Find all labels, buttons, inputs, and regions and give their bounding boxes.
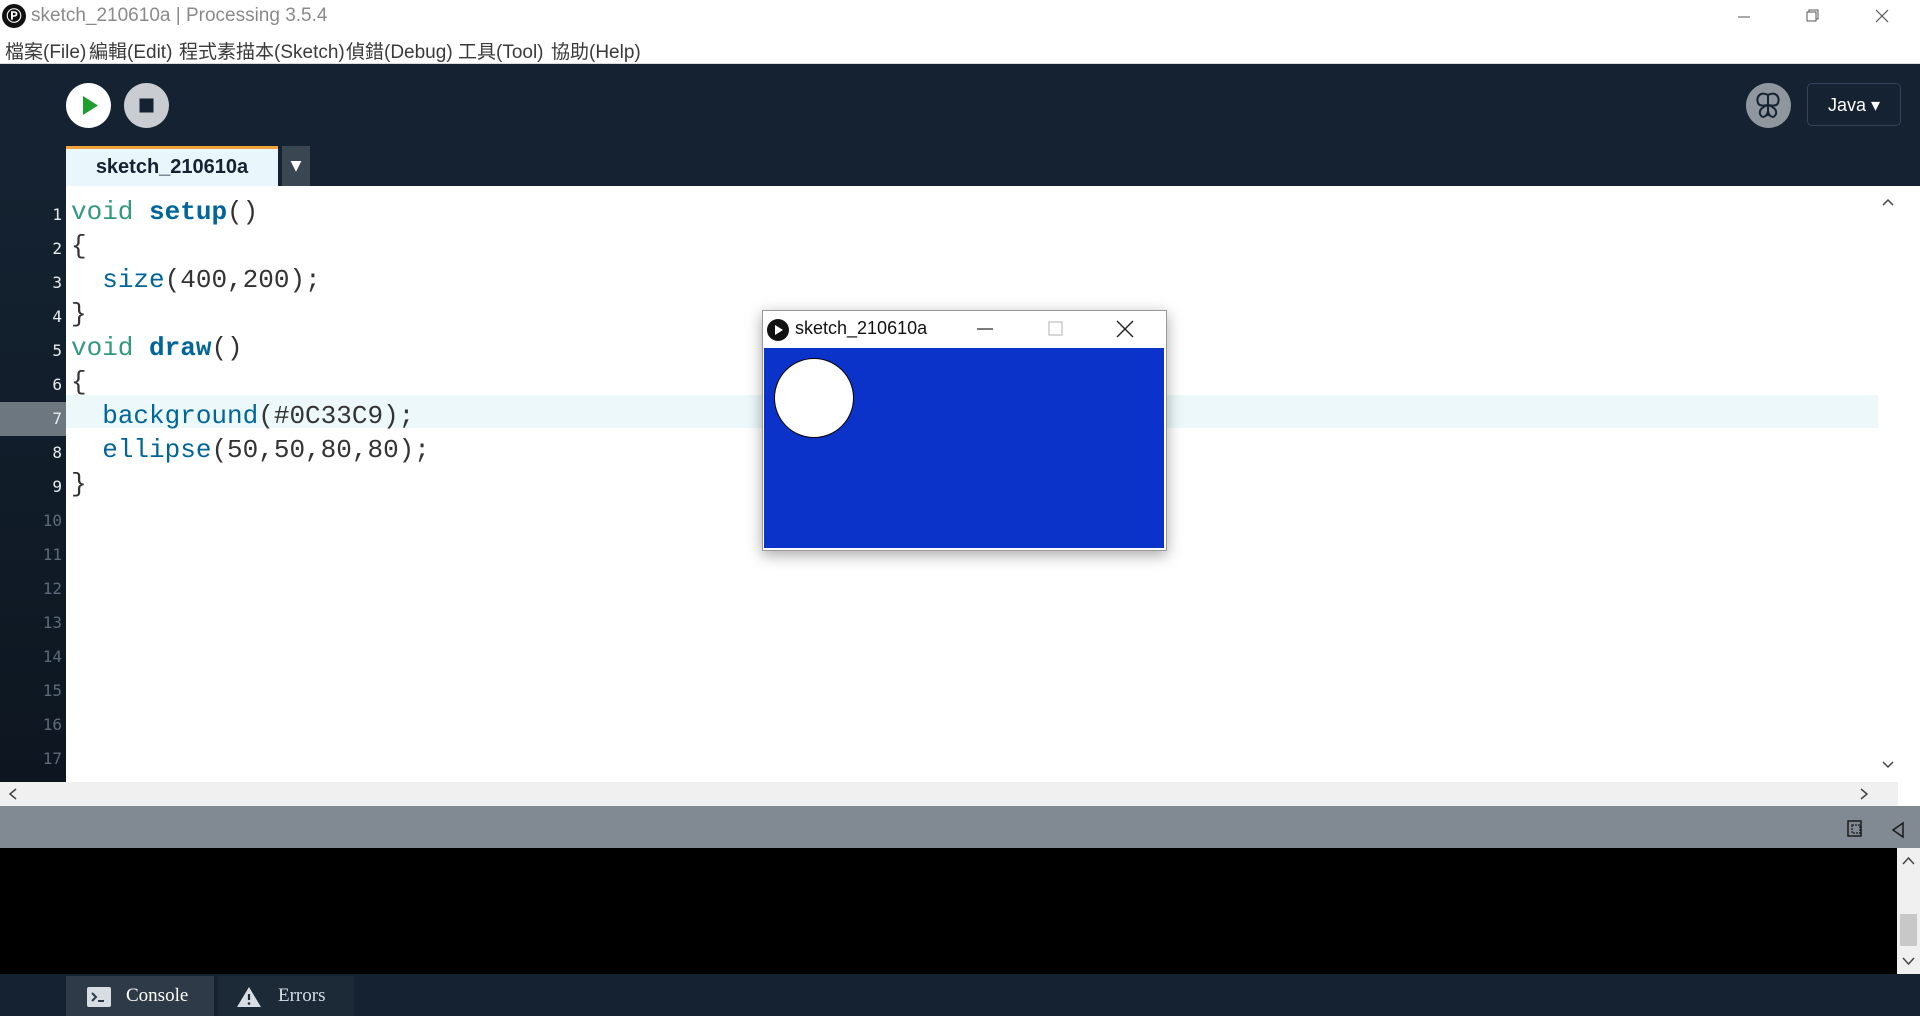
editor-vertical-scrollbar[interactable] (1878, 186, 1898, 782)
code-line[interactable]: ellipse(50,50,80,80); (71, 435, 430, 465)
processing-logo-icon: Ⓟ (2, 4, 26, 28)
menu-bar: 檔案(File) 編輯(Edit) 程式素描本(Sketch) 偵錯(Debug… (0, 34, 1920, 64)
line-number: 10 (42, 511, 62, 530)
menu-file[interactable]: 檔案(File) (5, 37, 86, 64)
warning-icon (237, 987, 261, 1007)
line-number-gutter: 1 2 3 4 5 6 7 8 9 10 11 12 13 14 15 16 17 (0, 186, 66, 782)
line-number: 15 (42, 681, 62, 700)
sketch-maximize-button[interactable] (1043, 319, 1067, 339)
code-function: background (102, 401, 259, 431)
code-args: () (227, 197, 259, 227)
collapse-console-icon[interactable] (1888, 820, 1908, 840)
run-button[interactable] (66, 83, 111, 128)
editor-horizontal-scrollbar[interactable] (0, 782, 1898, 806)
console-scroll-up-icon (1902, 856, 1915, 865)
title-bar: Ⓟ sketch_210610a | Processing 3.5.4 (0, 0, 1920, 33)
window-title: sketch_210610a | Processing 3.5.4 (31, 5, 328, 26)
menu-edit[interactable]: 編輯(Edit) (89, 37, 172, 64)
code-function: size (102, 265, 165, 295)
line-number: 12 (42, 579, 62, 598)
toolbar: Java ▾ sketch_210610a ▼ (0, 64, 1920, 186)
console-scroll-thumb (1900, 914, 1917, 946)
line-number: 7 (0, 402, 66, 436)
line-number: 17 (42, 749, 62, 768)
line-number: 8 (52, 443, 62, 462)
sketch-run-icon (767, 319, 789, 341)
menu-debug[interactable]: 偵錯(Debug) (346, 37, 453, 64)
sketch-minimize-button[interactable] (973, 319, 997, 339)
code-function: ellipse (102, 435, 212, 465)
line-number: 2 (52, 239, 62, 258)
sketch-canvas (764, 348, 1164, 548)
menu-tool[interactable]: 工具(Tool) (458, 37, 544, 64)
console-tab-bar: Console Errors (0, 974, 1920, 1016)
sketch-close-button[interactable] (1113, 317, 1137, 341)
scroll-left-icon (8, 788, 17, 800)
scroll-right-icon (1860, 788, 1869, 800)
butterfly-icon (1756, 92, 1780, 118)
line-number: 16 (42, 715, 62, 734)
scroll-down-icon (1882, 761, 1894, 769)
code-args: () (211, 333, 243, 363)
sketch-ellipse (774, 358, 854, 438)
line-number: 14 (42, 647, 62, 666)
tab-menu-button[interactable]: ▼ (282, 146, 310, 186)
code-args: (400,200); (164, 265, 321, 295)
code-line[interactable]: { (71, 231, 87, 261)
code-line[interactable]: void draw() (71, 333, 243, 363)
code-args: (50,50,80,80); (211, 435, 430, 465)
tab-sketch[interactable]: sketch_210610a (66, 146, 278, 186)
code-text: { (71, 231, 87, 261)
sketch-output-window[interactable]: sketch_210610a (762, 310, 1167, 551)
menu-sketch[interactable]: 程式素描本(Sketch) (179, 37, 345, 64)
code-line[interactable]: void setup() (71, 197, 258, 227)
code-function: setup (149, 197, 228, 227)
console-output[interactable] (0, 848, 1897, 974)
line-number: 6 (52, 375, 62, 394)
code-text: { (71, 367, 87, 397)
mode-selector[interactable]: Java ▾ (1807, 83, 1901, 126)
tab-console[interactable]: Console (66, 976, 214, 1016)
line-number: 1 (52, 205, 62, 224)
scroll-up-icon (1882, 198, 1894, 206)
terminal-icon (87, 987, 111, 1007)
line-number: 13 (42, 613, 62, 632)
code-keyword: void (71, 333, 134, 363)
stop-icon (139, 98, 154, 113)
console-tab-label: Console (126, 985, 189, 1006)
line-number: 5 (52, 341, 62, 360)
copy-console-icon[interactable] (1845, 818, 1867, 840)
code-keyword: void (71, 197, 134, 227)
close-button[interactable] (1848, 0, 1916, 33)
console-scrollbar[interactable] (1897, 848, 1920, 974)
tab-errors[interactable]: Errors (218, 976, 354, 1016)
minimize-button[interactable] (1710, 0, 1778, 33)
sketch-window-title: sketch_210610a (795, 318, 928, 338)
code-args: (#0C33C9); (258, 401, 415, 431)
code-line[interactable]: { (71, 367, 87, 397)
code-line[interactable]: background(#0C33C9); (71, 401, 414, 431)
restore-button[interactable] (1778, 0, 1846, 33)
code-text: } (71, 299, 87, 329)
code-line[interactable]: } (71, 469, 87, 499)
console-divider[interactable] (0, 806, 1920, 848)
line-number: 9 (52, 477, 62, 496)
code-function: draw (149, 333, 212, 363)
code-line[interactable]: } (71, 299, 87, 329)
code-line[interactable]: size(400,200); (71, 265, 321, 295)
line-number: 3 (52, 273, 62, 292)
menu-help[interactable]: 協助(Help) (551, 37, 641, 64)
line-number: 11 (42, 545, 62, 564)
play-icon (83, 96, 98, 115)
code-text: } (71, 469, 87, 499)
errors-tab-label: Errors (278, 985, 326, 1006)
stop-button[interactable] (124, 83, 169, 128)
console-scroll-down-icon (1902, 957, 1915, 966)
line-number: 4 (52, 307, 62, 326)
debugger-button[interactable] (1746, 83, 1791, 128)
